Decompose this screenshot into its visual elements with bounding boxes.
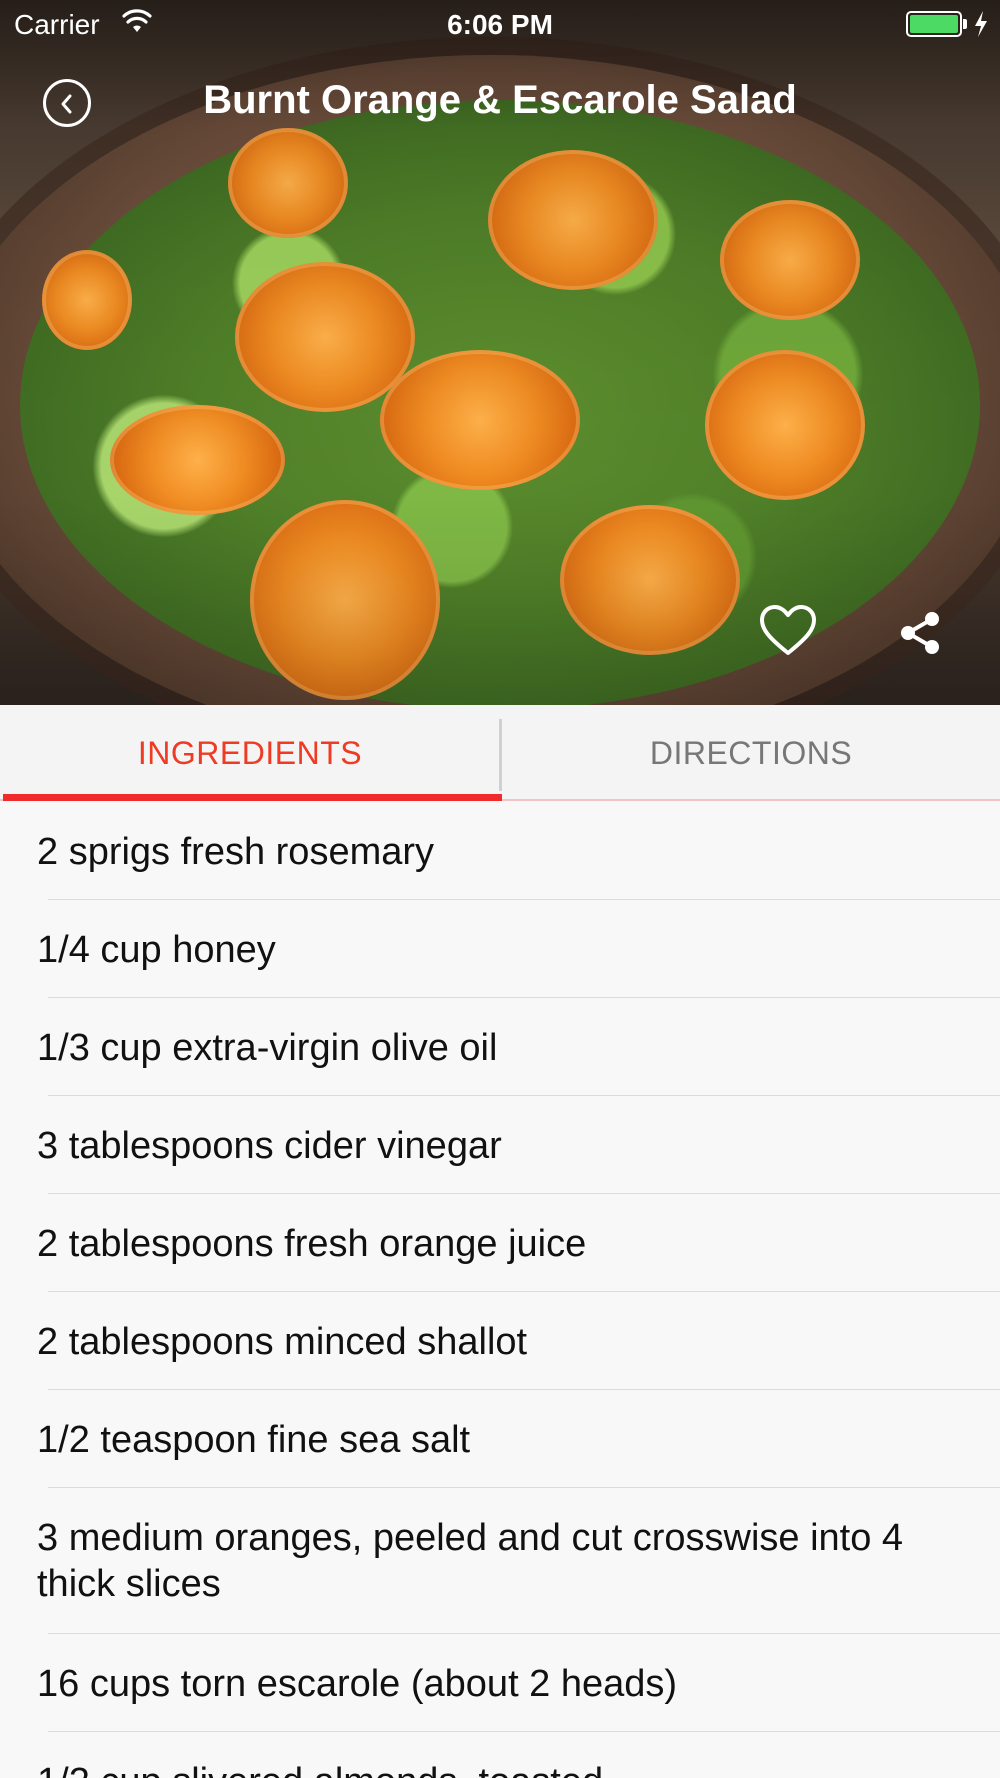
ingredient-text: 2 tablespoons minced shallot [37, 1321, 528, 1363]
ingredient-text: 2 tablespoons fresh orange juice [37, 1223, 587, 1265]
recipe-title: Burnt Orange & Escarole Salad [203, 78, 797, 122]
battery-icon [906, 11, 962, 37]
tab-directions[interactable]: DIRECTIONS [502, 705, 1000, 801]
list-item[interactable]: 1/2 teaspoon fine sea salt [0, 1389, 1000, 1488]
list-item[interactable]: 1/3 cup extra-virgin olive oil [0, 997, 1000, 1096]
ingredient-text: 16 cups torn escarole (about 2 heads) [37, 1663, 678, 1705]
segmented-tabs: INGREDIENTS DIRECTIONS [0, 705, 1000, 801]
list-item[interactable]: 3 medium oranges, peeled and cut crosswi… [0, 1487, 1000, 1634]
list-item[interactable]: 1/2 cup slivered almonds, toasted [0, 1731, 1000, 1778]
list-item[interactable]: 2 sprigs fresh rosemary [0, 801, 1000, 900]
list-item[interactable]: 2 tablespoons minced shallot [0, 1291, 1000, 1390]
status-bar: Carrier 6:06 PM [0, 0, 1000, 50]
ingredient-text: 1/2 teaspoon fine sea salt [37, 1419, 471, 1461]
charging-bolt-icon [975, 11, 987, 37]
favorite-heart-icon[interactable] [758, 603, 818, 659]
list-item[interactable]: 1/4 cup honey [0, 899, 1000, 998]
active-tab-indicator [3, 794, 502, 801]
share-icon[interactable] [898, 611, 942, 655]
list-item[interactable]: 2 tablespoons fresh orange juice [0, 1193, 1000, 1292]
ingredient-text: 3 tablespoons cider vinegar [37, 1125, 502, 1167]
ingredients-list[interactable]: 2 sprigs fresh rosemary 1/4 cup honey 1/… [0, 801, 1000, 1778]
ingredient-text: 2 sprigs fresh rosemary [37, 831, 435, 873]
list-item[interactable]: 16 cups torn escarole (about 2 heads) [0, 1633, 1000, 1732]
battery-tip [963, 19, 967, 29]
list-item[interactable]: 3 tablespoons cider vinegar [0, 1095, 1000, 1194]
ingredient-text: 3 medium oranges, peeled and cut crosswi… [37, 1517, 904, 1605]
tab-ingredients[interactable]: INGREDIENTS [0, 705, 500, 801]
ingredient-text: 1/4 cup honey [37, 929, 276, 971]
clock: 6:06 PM [447, 9, 553, 40]
ingredient-text: 1/3 cup extra-virgin olive oil [37, 1027, 498, 1069]
ingredient-text: 1/2 cup slivered almonds, toasted [37, 1761, 603, 1778]
